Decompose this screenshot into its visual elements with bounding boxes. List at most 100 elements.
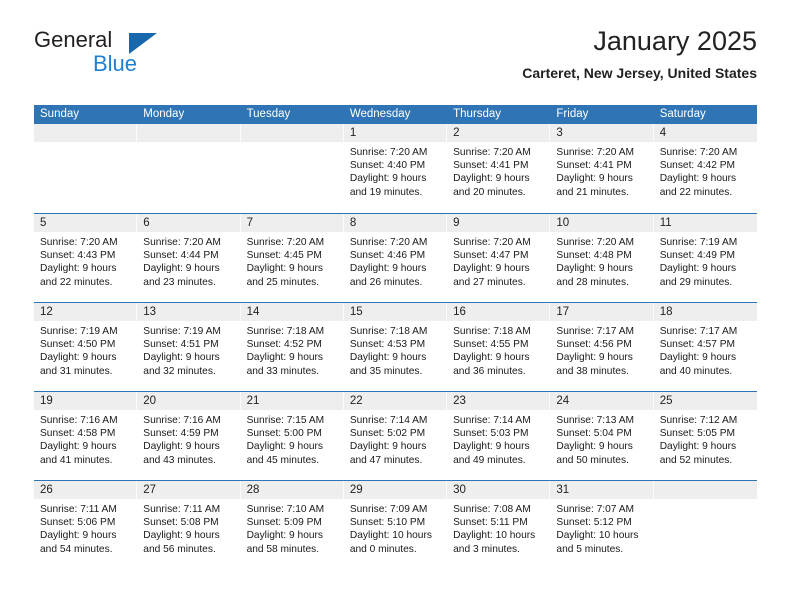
sunrise-text: Sunrise: 7:11 AM: [143, 504, 221, 515]
day-details: Sunrise: 7:20 AM Sunset: 4:46 PM Daylight:…: [344, 232, 447, 289]
daylight-text: and 40 minutes.: [659, 365, 733, 377]
sunset-text: Sunset: 4:50 PM: [40, 339, 116, 351]
page-title: January 2025: [593, 26, 757, 56]
sunset-text: Sunset: 4:49 PM: [659, 250, 736, 262]
sunset-text: Sunset: 5:02 PM: [349, 428, 426, 440]
daylight-text: and 50 minutes.: [556, 454, 629, 466]
sunrise-text: Sunrise: 7:14 AM: [349, 415, 428, 426]
day-cell[interactable]: 25 Sunrise: 7:12 AM Sunset: 5:05 PM Dayligh…: [653, 392, 757, 480]
daylight-text: and 41 minutes.: [40, 454, 113, 466]
day-cell[interactable]: 29 Sunrise: 7:09 AM Sunset: 5:10 PM Dayligh…: [343, 481, 448, 569]
daylight-text: Daylight: 9 hours: [556, 173, 633, 185]
day-cell[interactable]: 23 Sunrise: 7:14 AM Sunset: 5:03 PM Dayligh…: [447, 392, 551, 480]
daylight-text: and 56 minutes.: [143, 543, 216, 555]
day-number: 31: [550, 481, 654, 499]
day-details: Sunrise: 7:20 AM Sunset: 4:45 PM Daylight:…: [241, 232, 344, 289]
weekday-header-monday: Monday: [143, 108, 185, 120]
weekday-header-wednesday: Wednesday: [349, 108, 411, 120]
day-cell[interactable]: 5 Sunrise: 7:20 AM Sunset: 4:43 PM Daylight…: [34, 214, 138, 302]
day-number: 4: [653, 124, 757, 142]
day-cell[interactable]: 19 Sunrise: 7:16 AM Sunset: 4:58 PM Dayligh…: [34, 392, 138, 480]
day-details: Sunrise: 7:20 AM Sunset: 4:47 PM Daylight:…: [447, 232, 550, 289]
sunset-text: Sunset: 4:56 PM: [556, 339, 632, 351]
sunset-text: Sunset: 5:04 PM: [556, 428, 632, 440]
day-cell[interactable]: 30 Sunrise: 7:08 AM Sunset: 5:11 PM Dayligh…: [447, 481, 551, 569]
day-number: 21: [240, 392, 344, 410]
weekday-header-saturday: Saturday: [659, 108, 706, 120]
day-cell[interactable]: 10 Sunrise: 7:20 AM Sunset: 4:48 PM Dayligh…: [550, 214, 654, 302]
daylight-text: Daylight: 9 hours: [556, 263, 633, 275]
day-number: 29: [343, 481, 448, 499]
daylight-text: Daylight: 9 hours: [453, 263, 530, 275]
day-cell[interactable]: 7 Sunrise: 7:20 AM Sunset: 4:45 PM Daylight…: [240, 214, 344, 302]
sunset-text: Sunset: 4:41 PM: [453, 160, 529, 172]
sunrise-text: Sunrise: 7:11 AM: [40, 504, 117, 515]
day-cell[interactable]: 13 Sunrise: 7:19 AM Sunset: 4:51 PM Dayligh…: [137, 303, 241, 391]
day-cell[interactable]: 21 Sunrise: 7:15 AM Sunset: 5:00 PM Dayligh…: [240, 392, 344, 480]
day-number: 18: [653, 303, 757, 321]
logo-text-blue: Blue: [93, 51, 138, 76]
daylight-text: Daylight: 9 hours: [659, 263, 737, 275]
weekday-header-row: Sunday Monday Tuesday Wednesday Thursday Frid…: [34, 105, 757, 124]
daylight-text: Daylight: 9 hours: [453, 352, 530, 364]
day-cell[interactable]: 16 Sunrise: 7:18 AM Sunset: 4:55 PM Dayligh…: [447, 303, 551, 391]
day-cell[interactable]: 4 Sunrise: 7:20 AM Sunset: 4:42 PM Daylight…: [653, 124, 757, 213]
daylight-text: Daylight: 9 hours: [40, 352, 117, 364]
day-details: Sunrise: 7:18 AM Sunset: 4:53 PM Daylight:…: [344, 321, 447, 378]
day-details: Sunrise: 7:13 AM Sunset: 5:04 PM Daylight:…: [550, 410, 653, 467]
sunset-text: Sunset: 5:08 PM: [143, 517, 219, 529]
daylight-text: Daylight: 9 hours: [143, 530, 220, 542]
day-cell[interactable]: 26 Sunrise: 7:11 AM Sunset: 5:06 PM Dayligh…: [34, 481, 138, 569]
sunset-text: Sunset: 4:58 PM: [40, 428, 116, 440]
sunset-text: Sunset: 5:03 PM: [453, 428, 529, 440]
day-cell[interactable]: 14 Sunrise: 7:18 AM Sunset: 4:52 PM Dayligh…: [240, 303, 344, 391]
week-row: 26 Sunrise: 7:11 AM Sunset: 5:06 PM Dayligh…: [34, 480, 757, 569]
sunrise-text: Sunrise: 7:20 AM: [349, 147, 428, 158]
daylight-text: Daylight: 9 hours: [349, 173, 427, 185]
day-cell[interactable]: 11 Sunrise: 7:19 AM Sunset: 4:49 PM Dayligh…: [653, 214, 757, 302]
day-cell-empty: [34, 124, 138, 213]
daylight-text: and 54 minutes.: [40, 543, 113, 555]
day-cell[interactable]: 9 Sunrise: 7:20 AM Sunset: 4:47 PM Daylight…: [447, 214, 551, 302]
day-cell[interactable]: 8 Sunrise: 7:20 AM Sunset: 4:46 PM Daylight…: [343, 214, 448, 302]
daylight-text: Daylight: 9 hours: [659, 352, 737, 364]
day-cell[interactable]: 3 Sunrise: 7:20 AM Sunset: 4:41 PM Daylight…: [550, 124, 654, 213]
sunrise-text: Sunrise: 7:20 AM: [556, 147, 634, 158]
general-blue-logo[interactable]: General Blue: [34, 28, 234, 84]
day-cell[interactable]: 17 Sunrise: 7:17 AM Sunset: 4:56 PM Dayligh…: [550, 303, 654, 391]
day-details: Sunrise: 7:20 AM Sunset: 4:43 PM Daylight:…: [34, 232, 137, 289]
day-details: Sunrise: 7:14 AM Sunset: 5:02 PM Daylight:…: [344, 410, 447, 467]
sunrise-text: Sunrise: 7:20 AM: [659, 147, 738, 158]
day-cell[interactable]: 22 Sunrise: 7:14 AM Sunset: 5:02 PM Dayligh…: [343, 392, 448, 480]
daylight-text: and 49 minutes.: [453, 454, 526, 466]
daylight-text: Daylight: 10 hours: [556, 530, 639, 542]
day-number: 28: [240, 481, 344, 499]
day-cell[interactable]: 31 Sunrise: 7:07 AM Sunset: 5:12 PM Dayligh…: [550, 481, 654, 569]
day-number: 23: [447, 392, 551, 410]
sunset-text: Sunset: 4:41 PM: [556, 160, 632, 172]
day-cell[interactable]: 6 Sunrise: 7:20 AM Sunset: 4:44 PM Daylight…: [137, 214, 241, 302]
sunrise-text: Sunrise: 7:20 AM: [143, 237, 221, 248]
day-number: 15: [343, 303, 448, 321]
day-details: [241, 142, 344, 146]
day-number: 22: [343, 392, 448, 410]
daylight-text: Daylight: 9 hours: [246, 530, 324, 542]
day-cell[interactable]: 1 Sunrise: 7:20 AM Sunset: 4:40 PM Daylight…: [343, 124, 448, 213]
day-number: 25: [653, 392, 757, 410]
day-details: Sunrise: 7:20 AM Sunset: 4:48 PM Daylight:…: [550, 232, 653, 289]
day-cell[interactable]: 27 Sunrise: 7:11 AM Sunset: 5:08 PM Dayligh…: [137, 481, 241, 569]
day-cell[interactable]: 2 Sunrise: 7:20 AM Sunset: 4:41 PM Daylight…: [447, 124, 551, 213]
daylight-text: Daylight: 9 hours: [349, 352, 427, 364]
daylight-text: and 52 minutes.: [659, 454, 733, 466]
day-cell[interactable]: 24 Sunrise: 7:13 AM Sunset: 5:04 PM Dayligh…: [550, 392, 654, 480]
day-cell[interactable]: 20 Sunrise: 7:16 AM Sunset: 4:59 PM Dayligh…: [137, 392, 241, 480]
daylight-text: Daylight: 9 hours: [556, 352, 633, 364]
day-details: Sunrise: 7:20 AM Sunset: 4:41 PM Daylight:…: [447, 142, 550, 199]
day-cell[interactable]: 28 Sunrise: 7:10 AM Sunset: 5:09 PM Dayligh…: [240, 481, 344, 569]
day-cell[interactable]: 18 Sunrise: 7:17 AM Sunset: 4:57 PM Dayligh…: [653, 303, 757, 391]
sunrise-text: Sunrise: 7:18 AM: [349, 326, 428, 337]
day-cell[interactable]: 12 Sunrise: 7:19 AM Sunset: 4:50 PM Dayligh…: [34, 303, 138, 391]
sunrise-text: Sunrise: 7:20 AM: [349, 237, 428, 248]
daylight-text: and 28 minutes.: [556, 276, 629, 288]
day-cell[interactable]: 15 Sunrise: 7:18 AM Sunset: 4:53 PM Dayligh…: [343, 303, 448, 391]
